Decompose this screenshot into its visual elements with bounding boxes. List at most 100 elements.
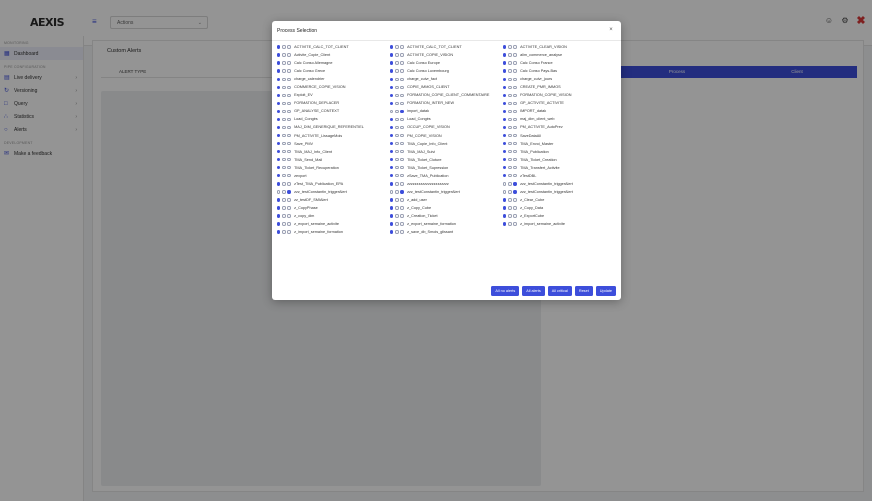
alert-level-radio[interactable] [508,45,512,49]
alert-level-radio[interactable] [287,77,291,81]
alert-level-radio[interactable] [390,69,394,73]
alert-level-radio[interactable] [400,93,404,97]
alert-level-radio[interactable] [395,69,399,73]
alert-level-radio[interactable] [513,77,517,81]
alert-level-radio[interactable] [400,109,404,114]
alert-level-radio[interactable] [503,157,507,162]
alert-level-radio[interactable] [287,117,291,122]
alert-level-radio[interactable] [395,174,399,178]
alert-level-radio[interactable] [400,149,404,154]
alert-level-radio[interactable] [282,125,286,130]
alert-level-radio[interactable] [390,141,394,146]
alert-level-radio[interactable] [282,77,286,81]
alert-level-radio[interactable] [503,85,507,89]
alert-level-radio[interactable] [282,141,286,146]
alert-level-radio[interactable] [277,182,281,186]
alert-level-radio[interactable] [508,141,512,146]
alert-level-radio[interactable] [503,174,507,178]
alert-level-radio[interactable] [508,53,512,57]
alert-level-radio[interactable] [277,133,281,138]
alert-level-radio[interactable] [390,206,394,210]
alert-level-radio[interactable] [287,214,291,218]
alert-level-radio[interactable] [395,149,399,154]
alert-level-radio[interactable] [282,53,286,57]
alert-level-radio[interactable] [287,53,291,57]
alert-level-radio[interactable] [508,149,512,154]
alert-level-radio[interactable] [513,157,517,162]
alert-level-radio[interactable] [390,109,394,114]
alert-level-radio[interactable] [287,149,291,154]
alert-level-radio[interactable] [508,206,512,210]
alert-level-radio[interactable] [282,198,286,202]
alert-level-radio[interactable] [513,141,517,146]
alert-level-radio[interactable] [277,198,281,202]
alert-level-radio[interactable] [508,85,512,89]
alert-level-radio[interactable] [287,141,291,146]
alert-level-radio[interactable] [395,85,399,89]
alert-level-radio[interactable] [508,222,512,226]
alert-level-radio[interactable] [400,133,404,138]
alert-level-radio[interactable] [395,117,399,122]
alert-level-radio[interactable] [282,174,286,178]
alert-level-radio[interactable] [513,206,517,210]
alert-level-radio[interactable] [513,125,517,130]
alert-level-radio[interactable] [513,45,517,49]
alert-level-radio[interactable] [282,85,286,89]
alert-level-radio[interactable] [508,117,512,122]
alert-level-radio[interactable] [277,141,281,146]
alert-level-radio[interactable] [395,157,399,162]
alert-level-radio[interactable] [513,190,517,194]
alert-level-radio[interactable] [390,190,394,194]
alert-level-radio[interactable] [395,77,399,81]
alert-level-radio[interactable] [282,222,286,226]
alert-level-radio[interactable] [390,198,394,202]
alert-level-radio[interactable] [400,125,404,130]
alert-level-radio[interactable] [282,117,286,122]
alert-level-radio[interactable] [287,125,291,130]
alert-level-radio[interactable] [390,157,394,162]
alert-level-radio[interactable] [513,61,517,65]
alert-level-radio[interactable] [277,206,281,210]
alert-level-radio[interactable] [395,45,399,49]
alert-level-radio[interactable] [277,149,281,154]
alert-level-radio[interactable] [287,166,291,170]
alert-level-radio[interactable] [508,69,512,73]
alert-level-radio[interactable] [508,174,512,178]
alert-level-radio[interactable] [287,157,291,162]
alert-level-radio[interactable] [287,174,291,178]
alert-level-radio[interactable] [400,222,404,226]
alert-level-radio[interactable] [395,198,399,202]
alert-level-radio[interactable] [513,149,517,154]
alert-level-radio[interactable] [390,230,394,234]
alert-level-radio[interactable] [282,206,286,210]
alert-level-radio[interactable] [277,222,281,226]
alert-level-radio[interactable] [513,133,517,138]
alert-level-radio[interactable] [400,157,404,162]
alert-level-radio[interactable] [503,53,507,57]
alert-level-radio[interactable] [503,198,507,202]
alert-level-radio[interactable] [400,53,404,57]
alert-level-radio[interactable] [395,53,399,57]
alert-level-radio[interactable] [400,214,404,218]
alert-level-radio[interactable] [400,206,404,210]
alert-level-radio[interactable] [287,109,291,114]
alert-level-radio[interactable] [282,133,286,138]
alert-level-radio[interactable] [513,109,517,114]
alert-level-radio[interactable] [287,198,291,202]
alert-level-radio[interactable] [400,85,404,89]
alert-level-radio[interactable] [282,61,286,65]
alert-level-radio[interactable] [503,214,507,218]
alert-level-radio[interactable] [282,166,286,170]
alert-level-radio[interactable] [508,77,512,81]
alert-level-radio[interactable] [282,109,286,114]
alert-level-radio[interactable] [503,149,507,154]
alert-level-radio[interactable] [395,206,399,210]
alert-level-radio[interactable] [513,182,517,186]
all-alerts-button[interactable]: All alerts [522,286,545,296]
alert-level-radio[interactable] [513,69,517,73]
alert-level-radio[interactable] [282,214,286,218]
alert-level-radio[interactable] [513,198,517,202]
alert-level-radio[interactable] [390,214,394,218]
alert-level-radio[interactable] [395,93,399,97]
alert-level-radio[interactable] [395,166,399,170]
